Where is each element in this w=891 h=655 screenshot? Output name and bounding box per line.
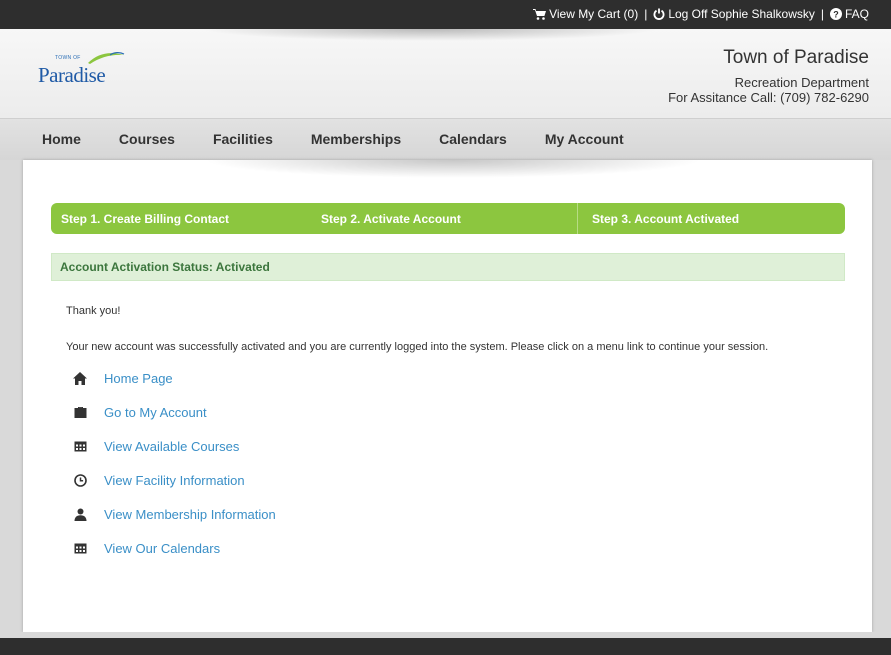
question-icon: ?	[829, 8, 842, 20]
activation-message: Your new account was successfully activa…	[66, 341, 769, 353]
link-label: View Membership Information	[104, 506, 276, 522]
link-label: Home Page	[104, 370, 173, 386]
link-label: View Facility Information	[104, 472, 245, 488]
cart-icon	[533, 8, 547, 20]
main-content: Step 1. Create Billing Contact Step 2. A…	[23, 160, 872, 632]
separator: |	[644, 7, 648, 21]
faq-link[interactable]: ? FAQ	[829, 7, 869, 21]
step-account-activated: Step 3. Account Activated	[592, 211, 740, 226]
status-value: Activated	[215, 260, 270, 274]
activation-status-banner: Account Activation Status: Activated	[51, 253, 845, 281]
user-icon	[73, 507, 87, 521]
briefcase-icon	[73, 405, 87, 419]
logo-wordmark: Paradise	[38, 63, 106, 87]
link-membership-information[interactable]: View Membership Information	[73, 497, 276, 531]
main-nav: Home Courses Facilities Memberships Cale…	[0, 118, 891, 160]
nav-item-memberships[interactable]: Memberships	[311, 131, 401, 147]
separator: |	[820, 7, 824, 21]
calendar-icon	[73, 439, 87, 453]
step-activate-account: Step 2. Activate Account	[311, 203, 578, 234]
faq-label: FAQ	[844, 7, 869, 21]
power-icon	[653, 8, 665, 20]
thank-you-text: Thank you!	[66, 305, 121, 317]
quick-links: Home Page Go to My Account View Availabl…	[73, 361, 276, 565]
view-cart-label: View My Cart (0)	[549, 7, 639, 21]
svg-text:?: ?	[833, 10, 839, 20]
nav-item-calendars[interactable]: Calendars	[439, 131, 507, 147]
link-facility-information[interactable]: View Facility Information	[73, 463, 276, 497]
link-home-page[interactable]: Home Page	[73, 361, 276, 395]
link-label: View Available Courses	[104, 438, 240, 454]
department-name: Recreation Department	[734, 75, 869, 90]
nav-item-my-account[interactable]: My Account	[545, 131, 624, 147]
link-label: Go to My Account	[104, 404, 207, 420]
step-create-billing-contact: Step 1. Create Billing Contact	[61, 211, 230, 226]
status-label: Account Activation Status:	[60, 260, 213, 274]
view-cart-link[interactable]: View My Cart (0)	[533, 7, 638, 21]
log-off-link[interactable]: Log Off Sophie Shalkowsky	[653, 7, 815, 21]
link-label: View Our Calendars	[104, 540, 221, 556]
link-our-calendars[interactable]: View Our Calendars	[73, 531, 276, 565]
footer-bar	[0, 638, 891, 655]
link-available-courses[interactable]: View Available Courses	[73, 429, 276, 463]
nav-item-facilities[interactable]: Facilities	[213, 131, 273, 147]
logo-small-text: TOWN OF	[55, 55, 81, 61]
assistance-phone: For Assitance Call: (709) 782-6290	[668, 90, 869, 105]
town-logo[interactable]: TOWN OF Paradise	[38, 51, 128, 93]
home-icon	[73, 371, 87, 385]
top-bar: View My Cart (0) | Log Off Sophie Shalko…	[0, 0, 891, 29]
top-links: View My Cart (0) | Log Off Sophie Shalko…	[533, 7, 869, 21]
link-my-account[interactable]: Go to My Account	[73, 395, 276, 429]
log-off-label: Log Off Sophie Shalkowsky	[668, 7, 815, 21]
nav-item-home[interactable]: Home	[42, 131, 81, 147]
calendar-icon	[73, 541, 87, 555]
clock-icon	[73, 473, 87, 487]
progress-steps: Step 1. Create Billing Contact Step 2. A…	[51, 203, 845, 234]
nav-item-courses[interactable]: Courses	[119, 131, 175, 147]
org-info: Town of Paradise Recreation Department F…	[668, 46, 869, 105]
header: TOWN OF Paradise Town of Paradise Recrea…	[0, 29, 891, 118]
org-name: Town of Paradise	[723, 47, 869, 68]
